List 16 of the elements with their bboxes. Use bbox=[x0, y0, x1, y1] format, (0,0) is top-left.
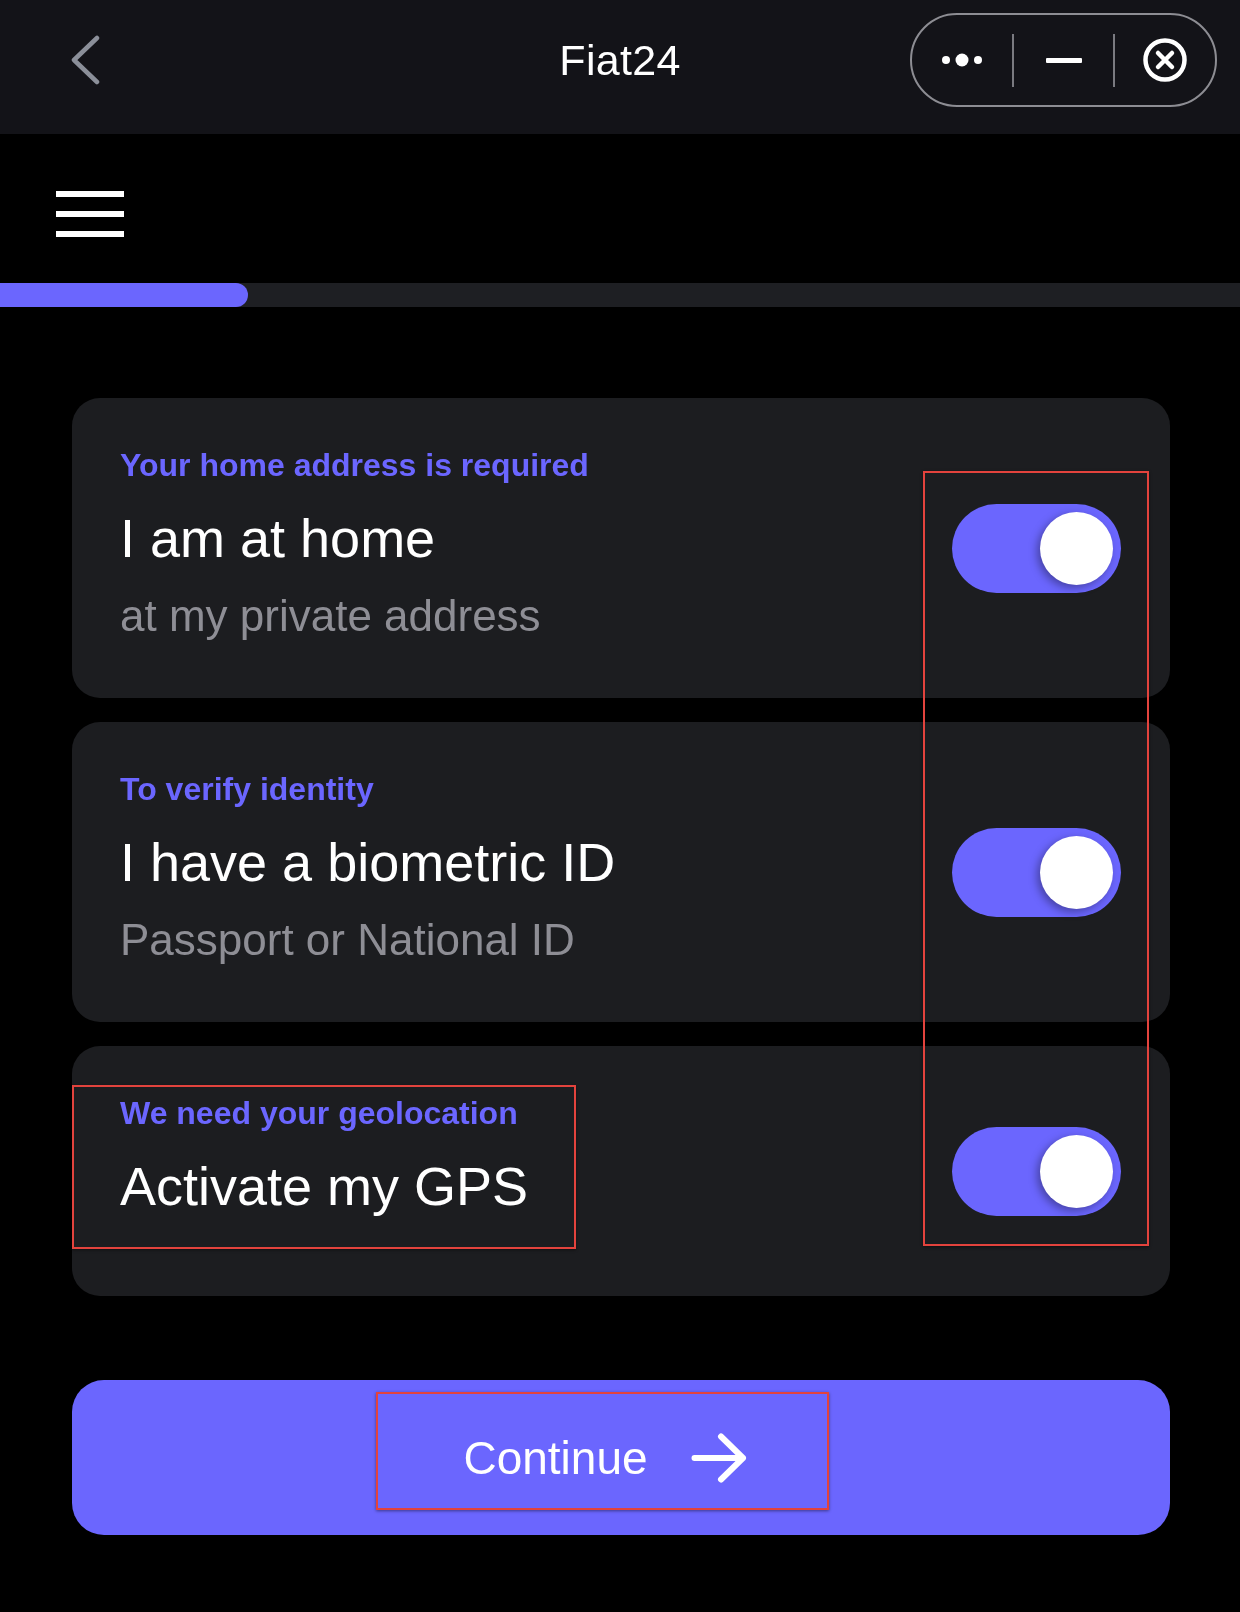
option-caption: Your home address is required bbox=[120, 446, 590, 484]
window-title: Fiat24 bbox=[559, 35, 681, 85]
chevron-left-icon[interactable] bbox=[70, 35, 100, 85]
arrow-right-icon bbox=[690, 1432, 747, 1483]
option-caption: To verify identity bbox=[120, 770, 375, 808]
menu-icon[interactable] bbox=[56, 191, 124, 237]
close-icon[interactable] bbox=[1143, 38, 1188, 82]
option-title: I have a biometric ID bbox=[120, 831, 617, 894]
option-title: I am at home bbox=[120, 507, 437, 570]
dots-icon[interactable] bbox=[940, 53, 983, 67]
option-caption: We need your geolocation bbox=[120, 1094, 519, 1132]
option-title: Activate my GPS bbox=[120, 1155, 530, 1218]
option-description: at my private address bbox=[120, 590, 542, 642]
continue-button[interactable]: Continue bbox=[72, 1380, 1170, 1535]
minus-icon[interactable] bbox=[1045, 57, 1082, 63]
option-description: Passport or National ID bbox=[120, 914, 576, 966]
